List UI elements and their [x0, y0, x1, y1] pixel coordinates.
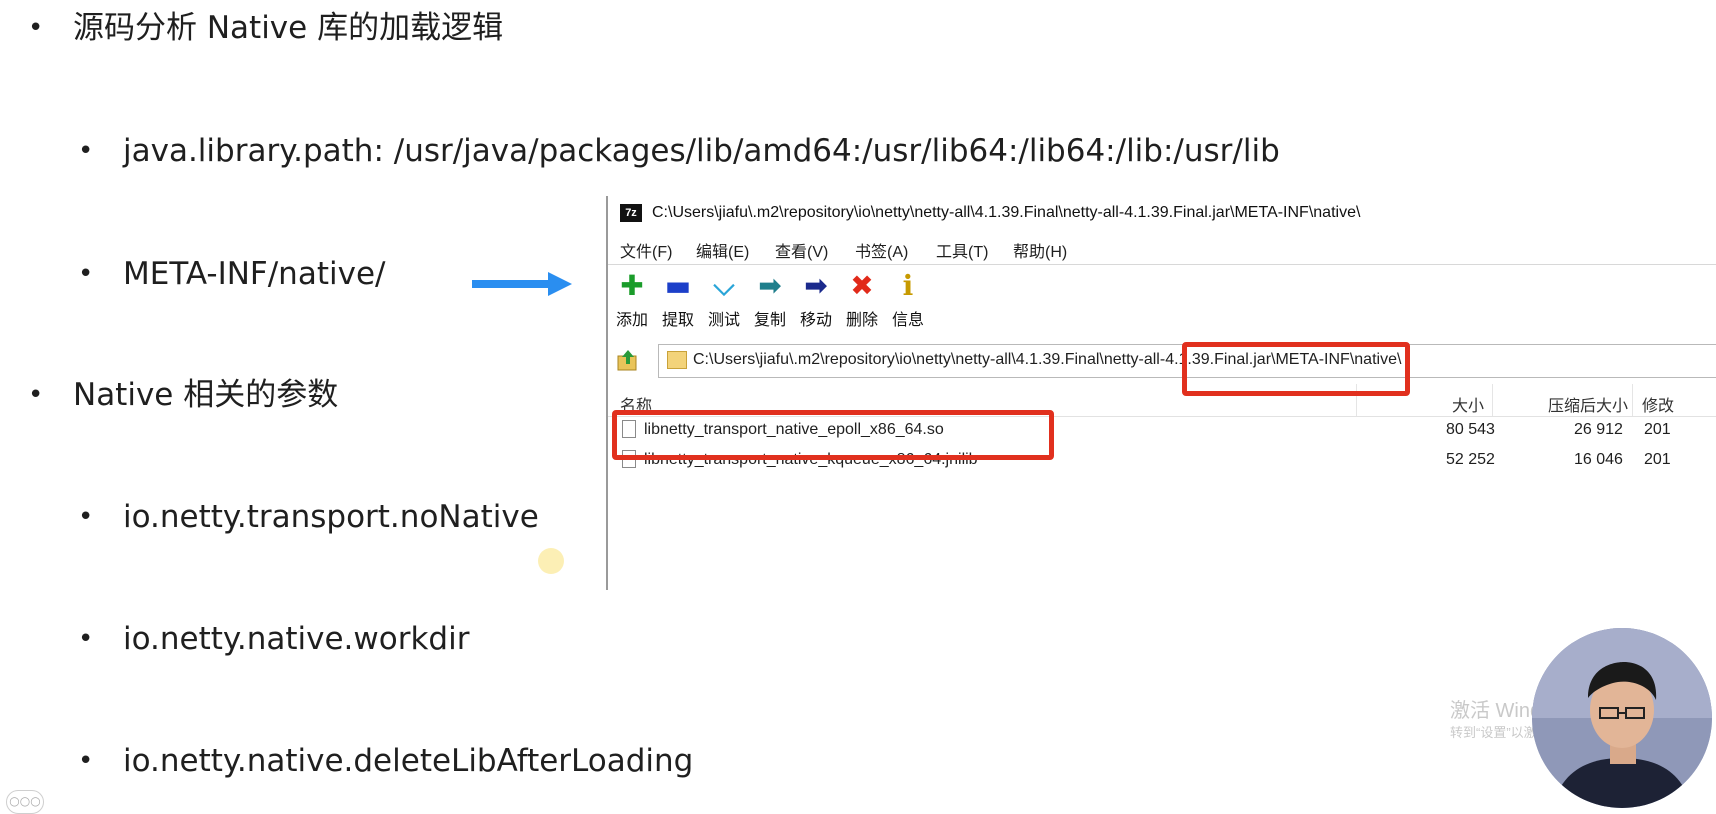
test-label: 测试: [707, 312, 740, 329]
column-packed-header[interactable]: 压缩后大小: [1548, 392, 1628, 416]
test-button[interactable]: ⌵ 测试: [700, 268, 748, 332]
file-size: 52 252: [1446, 451, 1495, 468]
options-icon[interactable]: ○○○: [6, 790, 44, 814]
menu-edit[interactable]: 编辑(E): [696, 238, 749, 262]
window-titlebar: 7z C:\Users\jiafu\.m2\repository\io\nett…: [608, 196, 1716, 230]
bullet-dot: •: [28, 13, 44, 43]
bullet-dot: •: [78, 624, 94, 654]
presenter-webcam: [1532, 628, 1712, 808]
extract-button[interactable]: ▬ 提取: [654, 268, 702, 332]
bullet-dot: •: [78, 502, 94, 532]
window-title: C:\Users\jiafu\.m2\repository\io\netty\n…: [652, 204, 1361, 221]
toolbar: ✚ 添加 ▬ 提取 ⌵ 测试 ➡ 复制 ➡ 移动 ✖ 删除 ℹ 信息: [608, 268, 1716, 332]
menu-view[interactable]: 查看(V): [775, 238, 828, 262]
bullet-text: io.netty.transport.noNative: [123, 499, 539, 535]
arrow-icon: [472, 272, 572, 296]
highlight-box-epoll-file: [612, 410, 1054, 460]
menu-bookmarks[interactable]: 书签(A): [855, 238, 908, 262]
bullet-text: 源码分析 Native 库的加载逻辑: [73, 10, 504, 46]
bullet-dot: •: [78, 136, 94, 166]
bullet-dot: •: [28, 380, 44, 410]
menu-tools[interactable]: 工具(T): [936, 238, 988, 262]
seven-zip-window: 7z C:\Users\jiafu\.m2\repository\io\nett…: [606, 196, 1716, 590]
column-modified-header[interactable]: 修改: [1642, 392, 1674, 416]
column-divider: [1492, 384, 1493, 416]
menu-divider: [608, 264, 1716, 265]
file-modified: 201: [1644, 451, 1671, 468]
bullet-native-params: • Native 相关的参数: [28, 375, 339, 415]
add-icon: ✚: [620, 269, 644, 302]
menu-help[interactable]: 帮助(H): [1013, 238, 1067, 262]
bullet-text: Native 相关的参数: [73, 377, 339, 413]
bullet-source-analysis: • 源码分析 Native 库的加载逻辑: [28, 8, 504, 48]
sub-bullet-delete-lib: • io.netty.native.deleteLibAfterLoading: [78, 741, 694, 781]
copy-button[interactable]: ➡ 复制: [746, 268, 794, 332]
folder-icon: [667, 351, 687, 369]
file-modified: 201: [1644, 421, 1671, 438]
add-label: 添加: [615, 312, 648, 329]
extract-label: 提取: [661, 312, 694, 329]
info-label: 信息: [891, 312, 924, 329]
bullet-dot: •: [78, 746, 94, 776]
copy-label: 复制: [753, 312, 786, 329]
delete-label: 删除: [845, 312, 878, 329]
column-size-header[interactable]: 大小: [1452, 392, 1484, 416]
delete-icon: ✖: [850, 269, 874, 302]
move-label: 移动: [799, 312, 832, 329]
folder-up-icon[interactable]: [616, 348, 640, 372]
mouse-cursor-highlight: [538, 548, 564, 574]
bullet-text: io.netty.native.deleteLibAfterLoading: [123, 743, 694, 779]
sub-bullet-meta-inf: • META-INF/native/: [78, 254, 386, 294]
file-packed-size: 16 046: [1574, 451, 1623, 468]
bullet-text: io.netty.native.workdir: [123, 621, 470, 657]
file-size: 80 543: [1446, 421, 1495, 438]
bullet-dot: •: [78, 259, 94, 289]
presenter-portrait: [1532, 628, 1712, 808]
bullet-text: java.library.path: /usr/java/packages/li…: [123, 133, 1280, 169]
move-button[interactable]: ➡ 移动: [792, 268, 840, 332]
file-packed-size: 26 912: [1574, 421, 1623, 438]
info-icon: ℹ: [902, 269, 914, 302]
copy-icon: ➡: [758, 269, 782, 302]
test-icon: ⌵: [713, 269, 735, 302]
delete-button[interactable]: ✖ 删除: [838, 268, 886, 332]
seven-zip-app-icon: 7z: [620, 204, 642, 222]
add-button[interactable]: ✚ 添加: [608, 268, 656, 332]
sub-bullet-workdir: • io.netty.native.workdir: [78, 619, 470, 659]
highlight-box-jar-name: [1182, 342, 1410, 396]
bullet-text: META-INF/native/: [123, 256, 386, 292]
column-divider: [1632, 384, 1633, 416]
move-icon: ➡: [804, 269, 828, 302]
address-bar: C:\Users\jiafu\.m2\repository\io\netty\n…: [608, 340, 1716, 380]
sub-bullet-no-native: • io.netty.transport.noNative: [78, 497, 539, 537]
info-button[interactable]: ℹ 信息: [884, 268, 932, 332]
menu-file[interactable]: 文件(F): [620, 238, 672, 262]
extract-icon: ▬: [664, 269, 692, 302]
sub-bullet-library-path: • java.library.path: /usr/java/packages/…: [78, 131, 1280, 171]
